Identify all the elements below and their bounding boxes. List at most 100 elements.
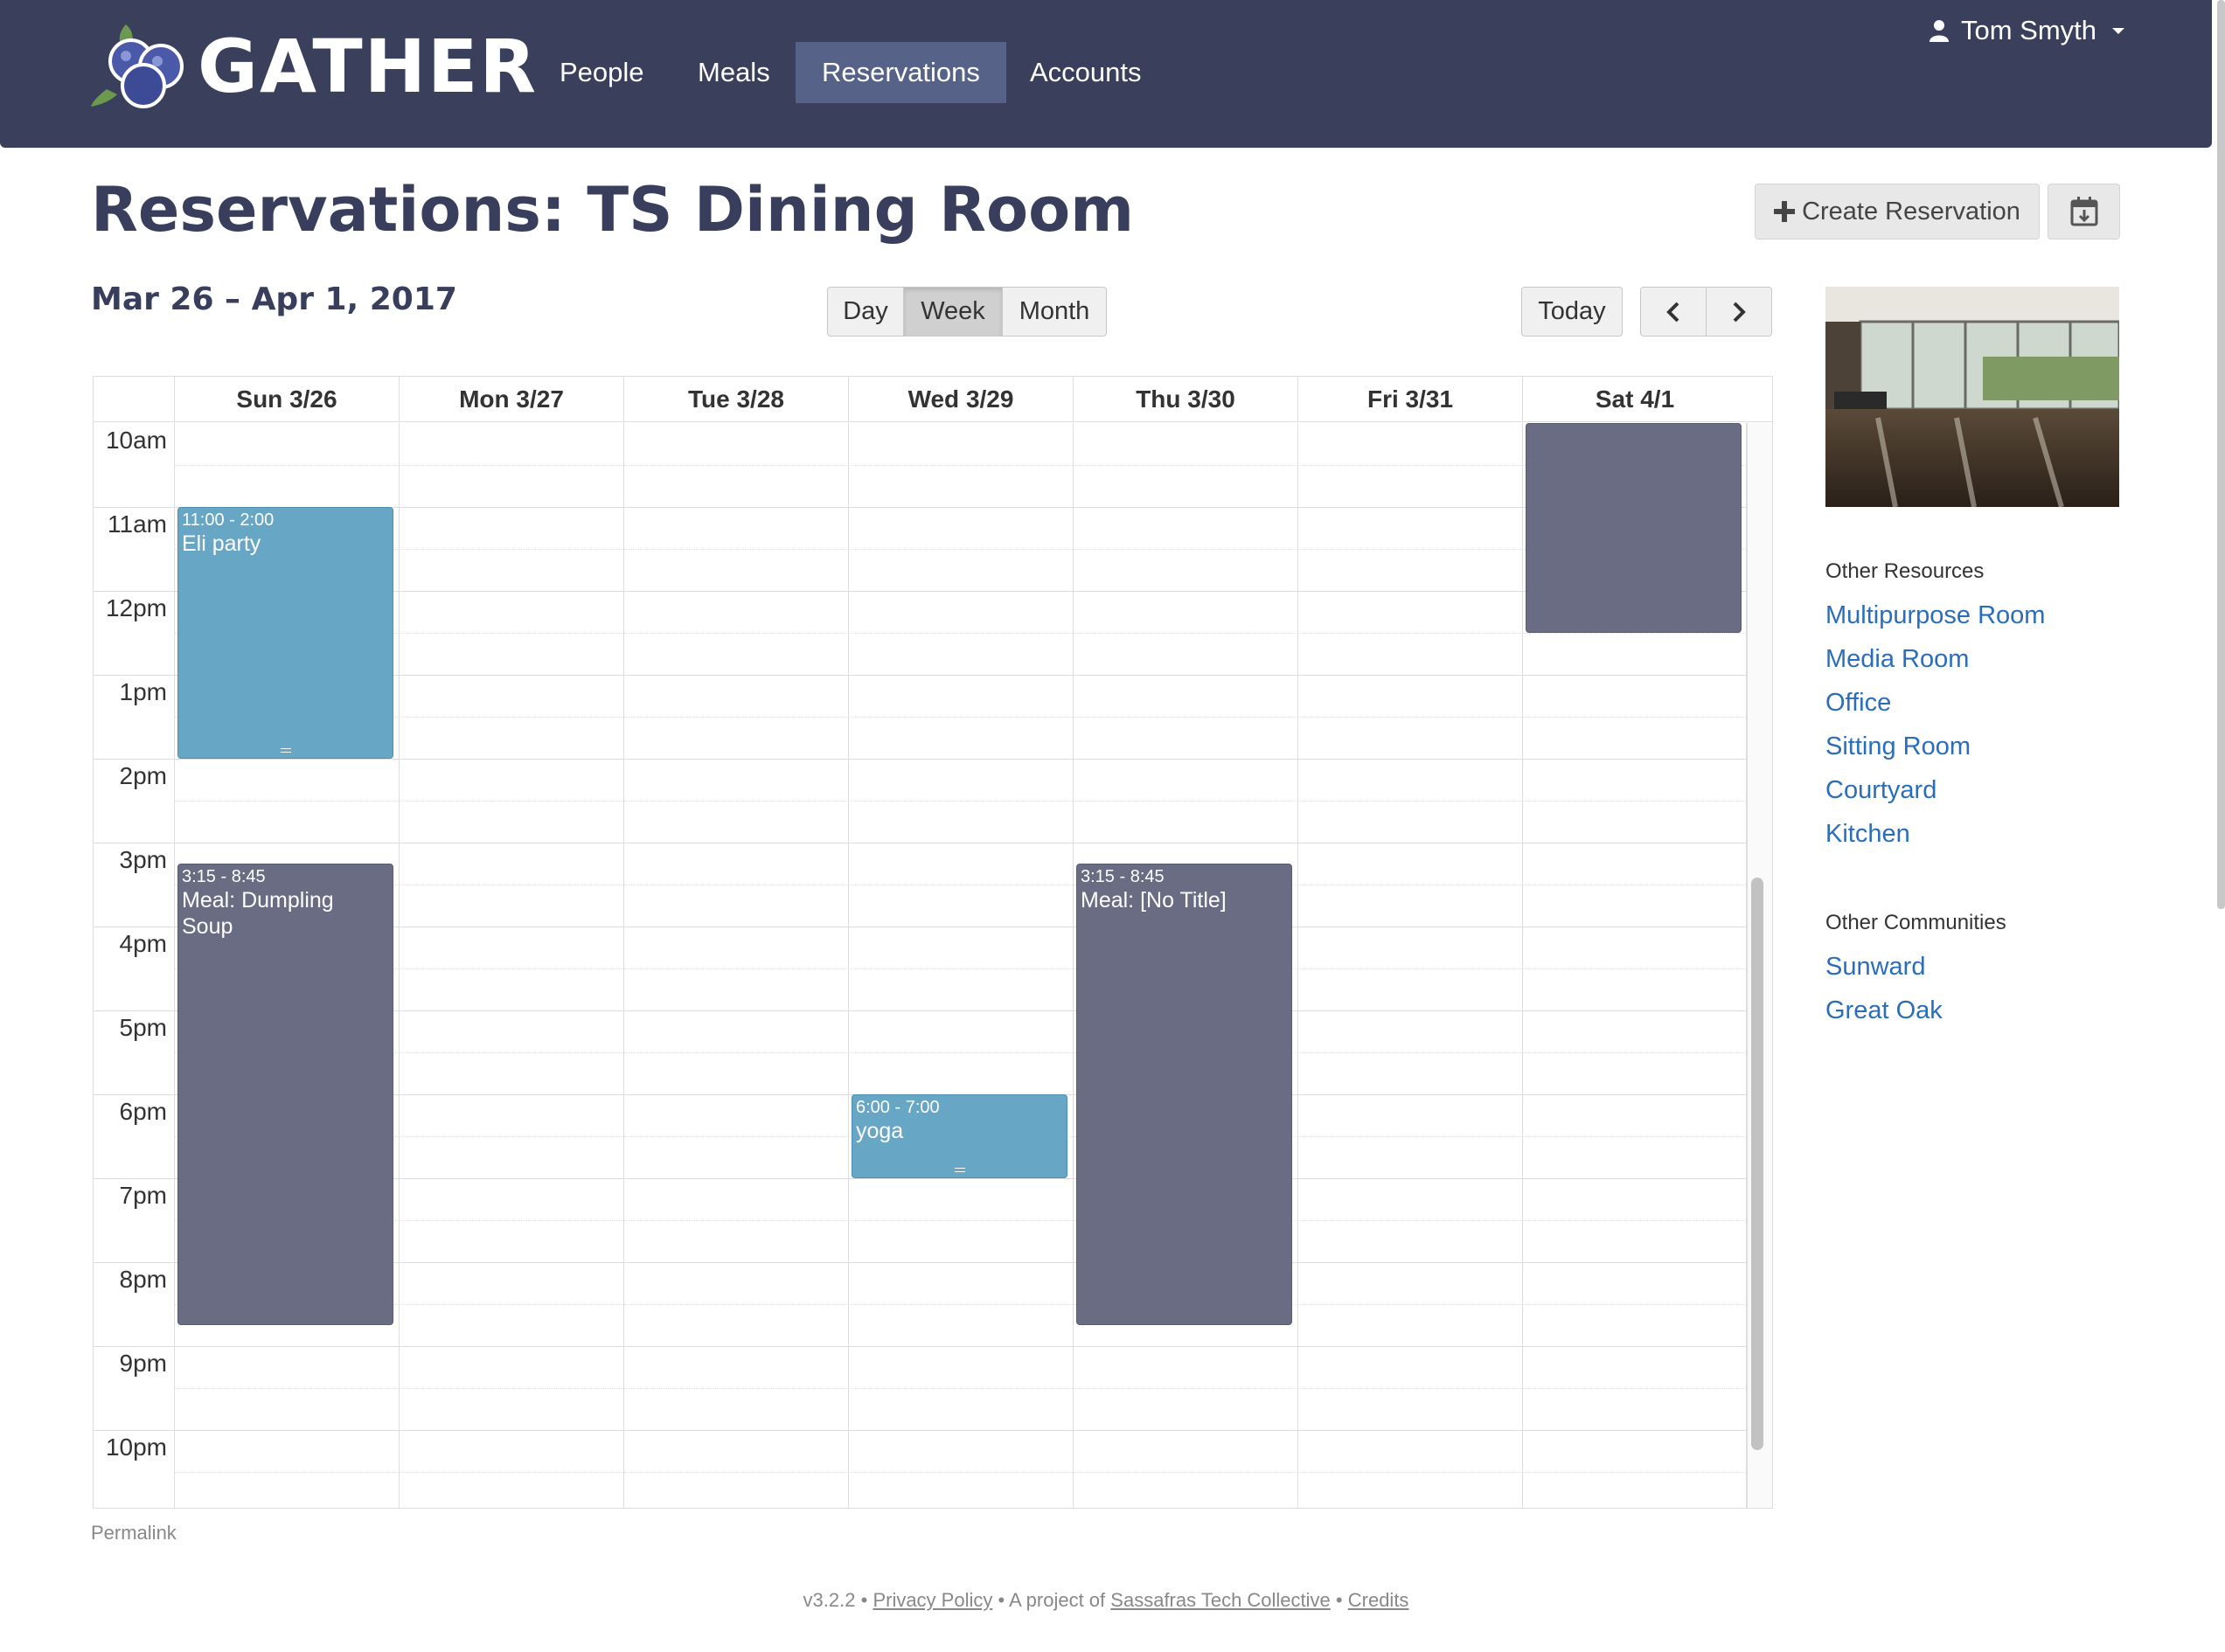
resource-link[interactable]: Courtyard (1825, 776, 1936, 805)
calendar-header: Sun 3/26 Mon 3/27 Tue 3/28 Wed 3/29 Thu 3/30… (94, 377, 1772, 422)
page-title: Reservations: TS Dining Room (91, 174, 1135, 246)
day-header: Thu 3/30 (1073, 377, 1297, 422)
day-column-divider (1747, 423, 1748, 1508)
event-title: Meal: Dumpling Soup (182, 888, 334, 939)
chevron-left-icon (1666, 302, 1679, 322)
hour-gridline (94, 1346, 1746, 1347)
view-month-button[interactable]: Month (1002, 287, 1107, 337)
day-column-divider (848, 423, 849, 1508)
event-title: yoga (856, 1119, 904, 1143)
half-hour-gridline (174, 1304, 1746, 1305)
resource-link[interactable]: Media Room (1825, 645, 1969, 674)
plus-icon (1774, 201, 1796, 222)
view-day-button[interactable]: Day (827, 287, 904, 337)
day-column-divider (174, 423, 175, 1508)
hour-label: 8pm (119, 1266, 167, 1293)
week-calendar: Sun 3/26 Mon 3/27 Tue 3/28 Wed 3/29 Thu 3/30… (93, 376, 1773, 1509)
event-time: 3:15 - 8:45 (182, 867, 266, 886)
export-calendar-button[interactable] (2048, 184, 2120, 239)
day-column-divider (1297, 423, 1298, 1508)
hour-label: 9pm (119, 1350, 167, 1377)
event-title: Eli party (182, 531, 261, 556)
calendar-download-icon (2070, 197, 2097, 226)
hour-label: 1pm (119, 678, 167, 705)
hour-label: 7pm (119, 1182, 167, 1209)
day-column-divider (399, 423, 400, 1508)
view-week-button[interactable]: Week (903, 287, 1003, 337)
brand-name[interactable]: GATHER (198, 30, 538, 103)
event-title: Meal: [No Title] (1081, 888, 1227, 913)
nav-accounts[interactable]: Accounts (1004, 42, 1168, 103)
half-hour-gridline (174, 1472, 1746, 1473)
nav-reservations[interactable]: Reservations (796, 42, 1006, 103)
create-reservation-button[interactable]: Create Reservation (1755, 184, 2040, 239)
half-hour-gridline (174, 1220, 1746, 1221)
version-text: v3.2.2 (803, 1589, 856, 1611)
privacy-policy-link[interactable]: Privacy Policy (873, 1589, 992, 1611)
hour-gridline (94, 759, 1746, 760)
footer-separator: • (860, 1589, 868, 1611)
day-column-divider (623, 423, 624, 1508)
hour-label: 6pm (119, 1098, 167, 1125)
hour-label: 3pm (119, 846, 167, 873)
next-week-button[interactable] (1706, 287, 1772, 337)
event-resize-handle[interactable] (280, 748, 291, 753)
calendar-scrollbar-thumb[interactable] (1751, 878, 1763, 1450)
footer-separator: • (1335, 1589, 1343, 1611)
community-link[interactable]: Sunward (1825, 953, 1925, 982)
hour-label: 2pm (119, 762, 167, 789)
half-hour-gridline (174, 633, 1746, 634)
reservation-event[interactable]: 11:00 - 2:00 Eli party (177, 507, 393, 759)
day-header: Fri 3/31 (1297, 377, 1522, 422)
view-switcher: Day Week Month (827, 287, 1107, 337)
event-time: 11:00 - 2:00 (182, 510, 275, 530)
day-column-divider (1073, 423, 1074, 1508)
today-button[interactable]: Today (1521, 287, 1623, 337)
reservation-event[interactable]: 3:15 - 8:45 Meal: Dumpling Soup (177, 864, 393, 1325)
page-scrollbar-thumb[interactable] (2217, 0, 2225, 909)
user-icon (1929, 20, 1949, 42)
other-resources-heading: Other Resources (1825, 559, 1985, 583)
resource-link[interactable]: Kitchen (1825, 820, 1910, 849)
hour-gridline (94, 1430, 1746, 1431)
half-hour-gridline (174, 1052, 1746, 1053)
date-range: Mar 26 – Apr 1, 2017 (91, 281, 457, 317)
resource-link[interactable]: Office (1825, 689, 1891, 718)
reservation-event[interactable]: 3:15 - 8:45 Meal: [No Title] (1076, 864, 1292, 1325)
half-hour-gridline (174, 465, 1746, 466)
user-name: Tom Smyth (1960, 15, 2096, 45)
event-resize-handle[interactable] (954, 1168, 965, 1172)
top-navbar: GATHER People Meals Reservations Account… (0, 0, 2212, 148)
reservation-event[interactable]: 6:00 - 7:00 yoga (852, 1094, 1067, 1178)
hour-label: 4pm (119, 930, 167, 957)
community-link[interactable]: Great Oak (1825, 996, 1943, 1025)
permalink-link[interactable]: Permalink (91, 1522, 177, 1544)
day-column-divider (1522, 423, 1523, 1508)
day-header: Sun 3/26 (174, 377, 399, 422)
calendar-scrollbar[interactable] (1746, 423, 1772, 1508)
calendar-time-grid[interactable]: 10am 11am 12pm 1pm 2pm 3pm 4pm 5pm 6pm 7pm 8pm 9pm 1… (94, 423, 1772, 1508)
half-hour-gridline (174, 968, 1746, 969)
reservation-event[interactable] (1526, 423, 1742, 633)
other-communities-heading: Other Communities (1825, 911, 2006, 934)
footer: v3.2.2 • Privacy Policy • A project of S… (0, 1589, 2212, 1612)
collective-link[interactable]: Sassafras Tech Collective (1110, 1589, 1331, 1611)
resource-link[interactable]: Sitting Room (1825, 732, 1971, 761)
blueberries-logo-icon[interactable] (91, 16, 187, 108)
day-header: Mon 3/27 (399, 377, 623, 422)
resource-link[interactable]: Multipurpose Room (1825, 601, 2045, 630)
nav-meals[interactable]: Meals (671, 42, 796, 103)
prev-week-button[interactable] (1640, 287, 1707, 337)
hour-label: 12pm (105, 594, 167, 621)
user-menu[interactable]: Tom Smyth (1929, 10, 2124, 51)
half-hour-gridline (174, 801, 1746, 802)
half-hour-gridline (174, 1388, 1746, 1389)
day-header: Tue 3/28 (623, 377, 848, 422)
event-time: 6:00 - 7:00 (856, 1098, 940, 1117)
nav-people[interactable]: People (533, 42, 671, 103)
hour-label: 11am (108, 510, 167, 538)
credits-link[interactable]: Credits (1348, 1589, 1409, 1611)
hour-label: 5pm (119, 1014, 167, 1041)
half-hour-gridline (174, 549, 1746, 550)
half-hour-gridline (174, 717, 1746, 718)
